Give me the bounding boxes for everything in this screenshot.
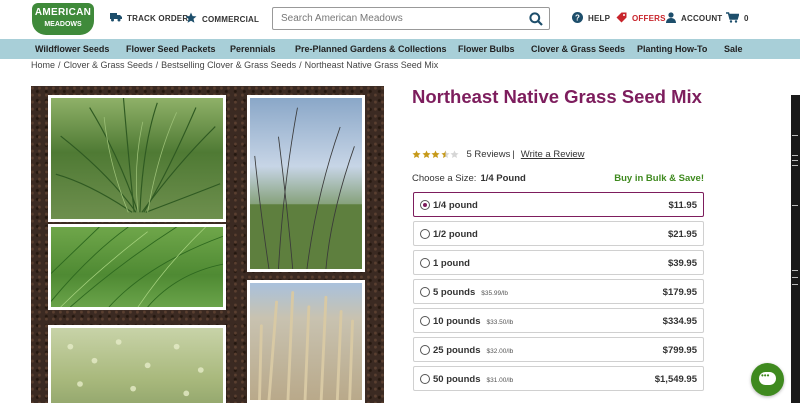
search-input[interactable] bbox=[281, 13, 511, 24]
selected-size: 1/4 Pound bbox=[480, 173, 526, 184]
choose-size-label: Choose a Size: bbox=[412, 173, 477, 184]
american-meadows-logo[interactable]: AMERICAN MEADOWS bbox=[32, 3, 94, 35]
svg-text:?: ? bbox=[575, 13, 580, 22]
offers-link[interactable]: OFFERS bbox=[616, 12, 666, 25]
side-overlay-strip bbox=[791, 95, 800, 403]
product-image[interactable] bbox=[31, 86, 384, 403]
tall-grass-sky-photo bbox=[247, 95, 365, 272]
cart-count: 0 bbox=[744, 14, 749, 23]
chat-icon[interactable] bbox=[751, 363, 784, 396]
nav-item-flower-seed-packets[interactable]: Flower Seed Packets bbox=[126, 44, 216, 54]
write-review-link[interactable]: Write a Review bbox=[521, 149, 585, 160]
nav-item-planting-how-to[interactable]: Planting How-To bbox=[637, 44, 707, 54]
size-option-label: 25 pounds $32.00/lb bbox=[433, 345, 514, 356]
unit-price: $31.00/lb bbox=[486, 377, 514, 384]
logo-line1: AMERICAN bbox=[34, 7, 92, 18]
breadcrumb-current: Northeast Native Grass Seed Mix bbox=[304, 60, 439, 70]
nav-item-sale[interactable]: Sale bbox=[724, 44, 743, 54]
size-option-price: $334.95 bbox=[662, 316, 697, 327]
size-option-5-pounds[interactable]: 5 pounds $35.99/lb $179.95 bbox=[413, 279, 704, 304]
search-icon[interactable] bbox=[529, 12, 543, 26]
size-option-10-pounds[interactable]: 10 pounds $33.50/lb $334.95 bbox=[413, 308, 704, 333]
star-icon bbox=[412, 150, 421, 159]
size-option-label: 1/2 pound bbox=[433, 229, 478, 240]
star-icon bbox=[185, 12, 197, 27]
half-star-icon bbox=[440, 150, 450, 159]
tag-icon bbox=[616, 12, 627, 25]
unit-price: $35.99/lb bbox=[481, 290, 508, 297]
size-option-label: 50 pounds $31.00/lb bbox=[433, 374, 514, 385]
nav-item-pre-planned-gardens[interactable]: Pre-Planned Gardens & Collections bbox=[295, 44, 447, 54]
radio-button[interactable] bbox=[420, 229, 430, 239]
rating-stars[interactable] bbox=[412, 150, 460, 159]
size-option-price: $39.95 bbox=[667, 258, 697, 269]
size-option-half-pound[interactable]: 1/2 pound $21.95 bbox=[413, 221, 704, 246]
truck-icon bbox=[110, 12, 122, 25]
star-icon bbox=[431, 150, 440, 159]
help-link[interactable]: ? HELP bbox=[572, 12, 610, 25]
radio-button[interactable] bbox=[420, 200, 430, 210]
size-option-label: 1/4 pound bbox=[433, 200, 478, 211]
radio-button[interactable] bbox=[420, 374, 430, 384]
breadcrumb-home[interactable]: Home bbox=[31, 60, 55, 70]
size-option-price: $179.95 bbox=[662, 287, 697, 298]
unit-price: $33.50/lb bbox=[486, 319, 514, 326]
logo-line2: MEADOWS bbox=[44, 21, 82, 28]
product-rating: 5 Reviews | Write a Review bbox=[412, 149, 585, 160]
product-title: Northeast Native Grass Seed Mix bbox=[412, 86, 702, 107]
size-option-label: 10 pounds $33.50/lb bbox=[433, 316, 514, 327]
track-order-link[interactable]: TRACK ORDER bbox=[110, 12, 188, 25]
empty-star-icon bbox=[450, 150, 459, 159]
size-option-label: 5 pounds $35.99/lb bbox=[433, 287, 508, 298]
radio-button[interactable] bbox=[420, 316, 430, 326]
main-nav: Wildflower Seeds Flower Seed Packets Per… bbox=[0, 39, 800, 59]
size-option-quarter-pound[interactable]: 1/4 pound $11.95 bbox=[413, 192, 704, 217]
cart-link[interactable]: 0 bbox=[726, 12, 749, 25]
nav-item-perennials[interactable]: Perennials bbox=[230, 44, 276, 54]
review-count[interactable]: 5 Reviews bbox=[467, 149, 511, 160]
size-option-price: $11.95 bbox=[668, 200, 697, 211]
commercial-label: COMMERCIAL bbox=[202, 15, 260, 24]
seed-heads-photo bbox=[48, 325, 226, 403]
breadcrumb-clover-grass[interactable]: Clover & Grass Seeds bbox=[64, 60, 153, 70]
nav-item-clover-grass-seeds[interactable]: Clover & Grass Seeds bbox=[531, 44, 625, 54]
size-option-25-pounds[interactable]: 25 pounds $32.00/lb $799.95 bbox=[413, 337, 704, 362]
size-option-1-pound[interactable]: 1 pound $39.95 bbox=[413, 250, 704, 275]
size-option-price: $1,549.95 bbox=[654, 374, 697, 385]
nav-item-flower-bulbs[interactable]: Flower Bulbs bbox=[458, 44, 515, 54]
help-label: HELP bbox=[588, 14, 611, 23]
breadcrumb: Home / Clover & Grass Seeds / Bestselling Cl… bbox=[31, 60, 439, 70]
grass-clump-photo bbox=[48, 95, 226, 222]
green-grass-photo bbox=[48, 224, 226, 310]
unit-price: $32.00/lb bbox=[486, 348, 514, 355]
size-option-price: $799.95 bbox=[662, 345, 697, 356]
size-option-label: 1 pound bbox=[433, 258, 470, 269]
help-icon: ? bbox=[572, 12, 583, 25]
star-icon bbox=[421, 150, 431, 159]
size-chooser-label: Choose a Size: 1/4 Pound bbox=[412, 173, 526, 184]
commercial-link[interactable]: COMMERCIAL bbox=[185, 12, 259, 27]
breadcrumb-bestselling[interactable]: Bestselling Clover & Grass Seeds bbox=[161, 60, 296, 70]
top-header: AMERICAN MEADOWS TRACK ORDER COMMERCIAL … bbox=[0, 0, 800, 38]
bulk-savings-link[interactable]: Buy in Bulk & Save! bbox=[614, 173, 704, 184]
cart-icon bbox=[726, 12, 740, 25]
user-icon bbox=[666, 12, 676, 25]
feather-reed-grass-photo bbox=[247, 280, 365, 403]
search-box bbox=[272, 7, 550, 30]
radio-button[interactable] bbox=[420, 287, 430, 297]
track-order-label: TRACK ORDER bbox=[127, 14, 189, 23]
size-option-50-pounds[interactable]: 50 pounds $31.00/lb $1,549.95 bbox=[413, 366, 704, 391]
radio-button[interactable] bbox=[420, 345, 430, 355]
account-link[interactable]: ACCOUNT bbox=[666, 12, 722, 25]
offers-label: OFFERS bbox=[632, 14, 666, 23]
size-option-price: $21.95 bbox=[667, 229, 697, 240]
radio-button[interactable] bbox=[420, 258, 430, 268]
nav-item-wildflower-seeds[interactable]: Wildflower Seeds bbox=[35, 44, 109, 54]
account-label: ACCOUNT bbox=[681, 14, 723, 23]
